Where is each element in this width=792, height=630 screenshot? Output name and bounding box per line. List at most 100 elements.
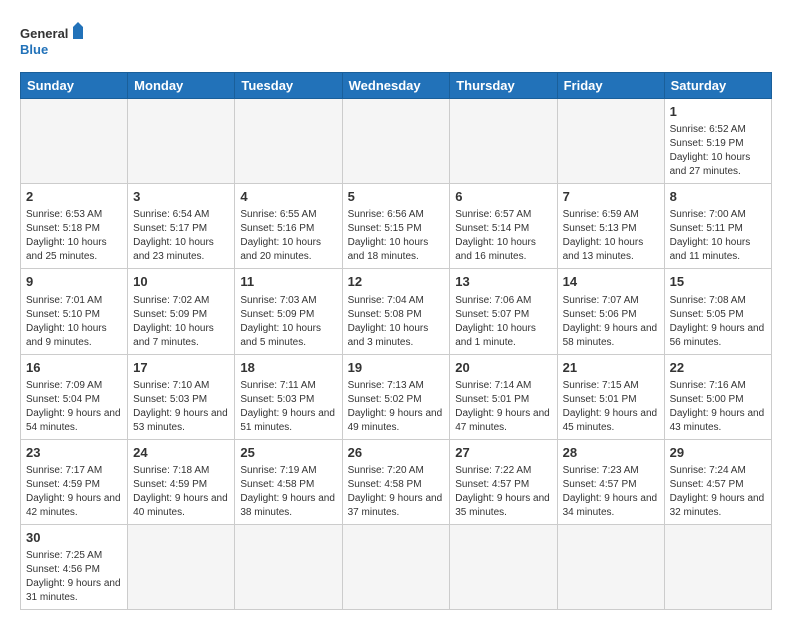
- day-number: 4: [240, 188, 336, 206]
- day-cell: [664, 524, 771, 609]
- page-header: General Blue: [20, 20, 772, 62]
- day-cell: 20 Sunrise: 7:14 AM Sunset: 5:01 PM Dayli…: [450, 354, 557, 439]
- day-cell: [235, 524, 342, 609]
- day-cell: [342, 524, 450, 609]
- svg-text:General: General: [20, 26, 68, 41]
- day-info: Sunrise: 7:25 AM Sunset: 4:56 PM Dayligh…: [26, 550, 121, 603]
- week-row-1: 1Sunrise: 6:52 AM Sunset: 5:19 PM Daylig…: [21, 99, 772, 184]
- day-number: 8: [670, 188, 766, 206]
- day-info: Sunrise: 7:14 AM Sunset: 5:01 PM Dayligh…: [455, 380, 550, 433]
- day-cell: 23 Sunrise: 7:17 AM Sunset: 4:59 PM Dayli…: [21, 439, 128, 524]
- day-number: 17: [133, 359, 229, 377]
- day-info: Sunrise: 7:10 AM Sunset: 5:03 PM Dayligh…: [133, 380, 228, 433]
- day-number: 20: [455, 359, 551, 377]
- svg-text:Blue: Blue: [20, 42, 48, 57]
- day-cell: 29Sunrise: 7:24 AM Sunset: 4:57 PM Dayli…: [664, 439, 771, 524]
- day-cell: 25 Sunrise: 7:19 AM Sunset: 4:58 PM Dayli…: [235, 439, 342, 524]
- day-info: Sunrise: 7:17 AM Sunset: 4:59 PM Dayligh…: [26, 465, 121, 518]
- day-cell: 2 Sunrise: 6:53 AM Sunset: 5:18 PM Daylig…: [21, 184, 128, 269]
- day-number: 11: [240, 273, 336, 291]
- weekday-friday: Friday: [557, 73, 664, 99]
- day-number: 25: [240, 444, 336, 462]
- day-info: Sunrise: 7:04 AM Sunset: 5:08 PM Dayligh…: [348, 295, 429, 348]
- day-cell: 26Sunrise: 7:20 AM Sunset: 4:58 PM Dayli…: [342, 439, 450, 524]
- day-number: 12: [348, 273, 445, 291]
- logo-svg: General Blue: [20, 20, 90, 62]
- day-number: 3: [133, 188, 229, 206]
- day-info: Sunrise: 7:03 AM Sunset: 5:09 PM Dayligh…: [240, 295, 321, 348]
- day-cell: 14Sunrise: 7:07 AM Sunset: 5:06 PM Dayli…: [557, 269, 664, 354]
- day-info: Sunrise: 6:54 AM Sunset: 5:17 PM Dayligh…: [133, 209, 214, 262]
- day-cell: 6 Sunrise: 6:57 AM Sunset: 5:14 PM Daylig…: [450, 184, 557, 269]
- day-cell: 13 Sunrise: 7:06 AM Sunset: 5:07 PM Dayli…: [450, 269, 557, 354]
- day-info: Sunrise: 6:56 AM Sunset: 5:15 PM Dayligh…: [348, 209, 429, 262]
- day-cell: 16 Sunrise: 7:09 AM Sunset: 5:04 PM Dayli…: [21, 354, 128, 439]
- day-cell: [557, 524, 664, 609]
- day-cell: 7 Sunrise: 6:59 AM Sunset: 5:13 PM Daylig…: [557, 184, 664, 269]
- week-row-2: 2 Sunrise: 6:53 AM Sunset: 5:18 PM Daylig…: [21, 184, 772, 269]
- calendar-table: SundayMondayTuesdayWednesdayThursdayFrid…: [20, 72, 772, 610]
- day-cell: [557, 99, 664, 184]
- day-info: Sunrise: 7:11 AM Sunset: 5:03 PM Dayligh…: [240, 380, 335, 433]
- day-cell: 12 Sunrise: 7:04 AM Sunset: 5:08 PM Dayli…: [342, 269, 450, 354]
- day-info: Sunrise: 6:53 AM Sunset: 5:18 PM Dayligh…: [26, 209, 107, 262]
- day-cell: 24Sunrise: 7:18 AM Sunset: 4:59 PM Dayli…: [128, 439, 235, 524]
- day-number: 6: [455, 188, 551, 206]
- weekday-tuesday: Tuesday: [235, 73, 342, 99]
- day-cell: 15Sunrise: 7:08 AM Sunset: 5:05 PM Dayli…: [664, 269, 771, 354]
- day-number: 21: [563, 359, 659, 377]
- day-number: 22: [670, 359, 766, 377]
- day-number: 2: [26, 188, 122, 206]
- day-info: Sunrise: 7:22 AM Sunset: 4:57 PM Dayligh…: [455, 465, 550, 518]
- day-cell: [128, 524, 235, 609]
- day-cell: 10Sunrise: 7:02 AM Sunset: 5:09 PM Dayli…: [128, 269, 235, 354]
- day-cell: 27Sunrise: 7:22 AM Sunset: 4:57 PM Dayli…: [450, 439, 557, 524]
- day-info: Sunrise: 6:59 AM Sunset: 5:13 PM Dayligh…: [563, 209, 644, 262]
- day-cell: [450, 99, 557, 184]
- weekday-saturday: Saturday: [664, 73, 771, 99]
- day-cell: 5 Sunrise: 6:56 AM Sunset: 5:15 PM Daylig…: [342, 184, 450, 269]
- weekday-sunday: Sunday: [21, 73, 128, 99]
- weekday-monday: Monday: [128, 73, 235, 99]
- day-number: 30: [26, 529, 122, 547]
- day-number: 23: [26, 444, 122, 462]
- day-number: 13: [455, 273, 551, 291]
- day-info: Sunrise: 7:06 AM Sunset: 5:07 PM Dayligh…: [455, 295, 536, 348]
- day-info: Sunrise: 7:00 AM Sunset: 5:11 PM Dayligh…: [670, 209, 751, 262]
- day-info: Sunrise: 7:19 AM Sunset: 4:58 PM Dayligh…: [240, 465, 335, 518]
- day-number: 19: [348, 359, 445, 377]
- week-row-4: 16 Sunrise: 7:09 AM Sunset: 5:04 PM Dayli…: [21, 354, 772, 439]
- day-cell: 11 Sunrise: 7:03 AM Sunset: 5:09 PM Dayli…: [235, 269, 342, 354]
- day-info: Sunrise: 6:52 AM Sunset: 5:19 PM Dayligh…: [670, 124, 751, 177]
- day-info: Sunrise: 7:01 AM Sunset: 5:10 PM Dayligh…: [26, 295, 107, 348]
- day-number: 5: [348, 188, 445, 206]
- weekday-thursday: Thursday: [450, 73, 557, 99]
- day-cell: [450, 524, 557, 609]
- day-info: Sunrise: 6:55 AM Sunset: 5:16 PM Dayligh…: [240, 209, 321, 262]
- day-info: Sunrise: 6:57 AM Sunset: 5:14 PM Dayligh…: [455, 209, 536, 262]
- day-info: Sunrise: 7:13 AM Sunset: 5:02 PM Dayligh…: [348, 380, 443, 433]
- day-info: Sunrise: 7:23 AM Sunset: 4:57 PM Dayligh…: [563, 465, 658, 518]
- day-cell: 30 Sunrise: 7:25 AM Sunset: 4:56 PM Dayli…: [21, 524, 128, 609]
- day-cell: 4 Sunrise: 6:55 AM Sunset: 5:16 PM Daylig…: [235, 184, 342, 269]
- week-row-3: 9 Sunrise: 7:01 AM Sunset: 5:10 PM Daylig…: [21, 269, 772, 354]
- day-number: 7: [563, 188, 659, 206]
- week-row-6: 30 Sunrise: 7:25 AM Sunset: 4:56 PM Dayli…: [21, 524, 772, 609]
- day-cell: 8 Sunrise: 7:00 AM Sunset: 5:11 PM Daylig…: [664, 184, 771, 269]
- day-info: Sunrise: 7:09 AM Sunset: 5:04 PM Dayligh…: [26, 380, 121, 433]
- day-cell: 28 Sunrise: 7:23 AM Sunset: 4:57 PM Dayli…: [557, 439, 664, 524]
- weekday-wednesday: Wednesday: [342, 73, 450, 99]
- day-cell: 18Sunrise: 7:11 AM Sunset: 5:03 PM Dayli…: [235, 354, 342, 439]
- day-cell: [235, 99, 342, 184]
- day-cell: [342, 99, 450, 184]
- day-number: 28: [563, 444, 659, 462]
- day-info: Sunrise: 7:20 AM Sunset: 4:58 PM Dayligh…: [348, 465, 443, 518]
- day-info: Sunrise: 7:15 AM Sunset: 5:01 PM Dayligh…: [563, 380, 658, 433]
- day-info: Sunrise: 7:08 AM Sunset: 5:05 PM Dayligh…: [670, 295, 765, 348]
- day-number: 29: [670, 444, 766, 462]
- day-info: Sunrise: 7:18 AM Sunset: 4:59 PM Dayligh…: [133, 465, 228, 518]
- day-cell: 1Sunrise: 6:52 AM Sunset: 5:19 PM Daylig…: [664, 99, 771, 184]
- day-cell: 3 Sunrise: 6:54 AM Sunset: 5:17 PM Daylig…: [128, 184, 235, 269]
- day-number: 9: [26, 273, 122, 291]
- day-number: 16: [26, 359, 122, 377]
